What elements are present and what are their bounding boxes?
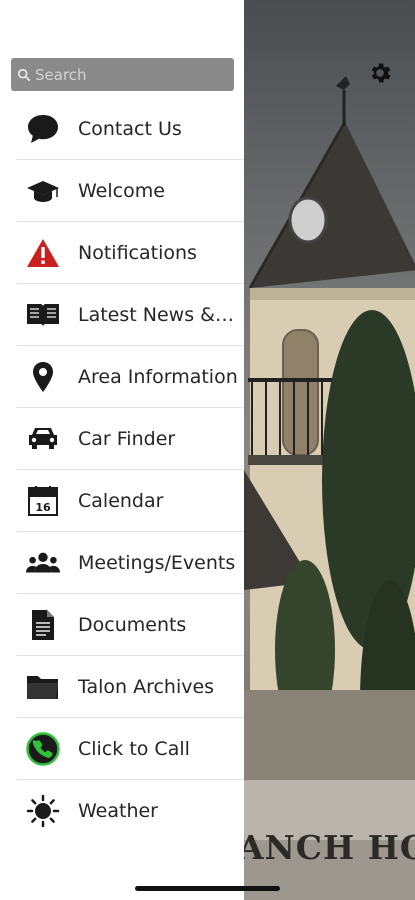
menu-item-label: Latest News & Events [78,303,238,326]
search-icon [17,68,31,81]
calendar-day-number: 16 [35,501,51,514]
car-icon [26,422,60,456]
warning-icon [26,236,60,270]
menu-item-label: Documents [78,613,187,636]
menu-item-notifications[interactable]: Notifications [17,222,244,284]
menu-item-label: Notifications [78,241,197,264]
home-indicator[interactable] [135,886,280,891]
open-book-icon [26,298,60,332]
banner-text: ANCH HOA [238,828,415,867]
sun-icon [26,794,60,828]
menu-item-calendar[interactable]: 16 Calendar [17,470,244,532]
menu-item-label: Weather [78,799,158,822]
menu-item-label: Calendar [78,489,164,512]
calendar-icon: 16 [26,484,60,518]
menu-item-welcome[interactable]: Welcome [17,160,244,222]
menu-item-label: Click to Call [78,737,190,760]
menu-item-documents[interactable]: Documents [17,594,244,656]
chat-bubble-icon [26,112,60,146]
settings-gear-icon[interactable] [367,60,393,86]
menu-item-label: Car Finder [78,427,176,450]
document-icon [26,608,60,642]
side-drawer: Contact Us Welcome Notifications Latest … [0,0,244,900]
menu-item-car-finder[interactable]: Car Finder [17,408,244,470]
menu-item-contact-us[interactable]: Contact Us [17,98,244,160]
menu-list: Contact Us Welcome Notifications Latest … [17,98,244,841]
folder-icon [26,670,60,704]
menu-item-label: Meetings/Events [78,551,236,574]
menu-item-latest-news[interactable]: Latest News & Events [17,284,244,346]
menu-item-label: Area Information [78,365,238,388]
menu-item-click-to-call[interactable]: Click to Call [17,718,244,780]
graduation-cap-icon [26,174,60,208]
search-input[interactable] [35,65,215,84]
menu-item-label: Welcome [78,179,165,202]
group-icon [26,546,60,580]
search-bar[interactable] [11,58,234,91]
menu-item-label: Talon Archives [78,675,215,698]
menu-item-label: Contact Us [78,117,182,140]
menu-item-meetings-events[interactable]: Meetings/Events [17,532,244,594]
menu-item-talon-archives[interactable]: Talon Archives [17,656,244,718]
map-pin-icon [26,360,60,394]
menu-item-area-information[interactable]: Area Information [17,346,244,408]
menu-item-weather[interactable]: Weather [17,780,244,841]
phone-icon [26,731,60,766]
